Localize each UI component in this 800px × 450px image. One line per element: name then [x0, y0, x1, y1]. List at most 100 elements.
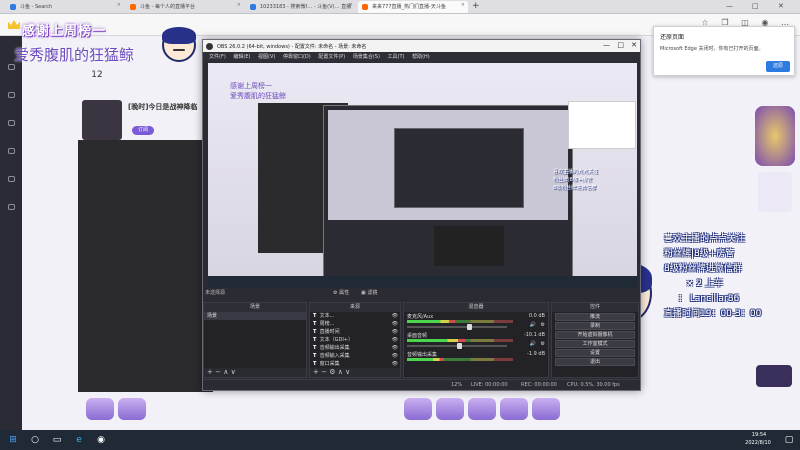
- notification-icon[interactable]: ▢: [782, 433, 796, 447]
- obs-statusbar: 12% LIVE: 00:00:00 REC: 00:00:00 CPU: 0.…: [203, 379, 640, 390]
- remove-icon[interactable]: −: [321, 368, 327, 376]
- menu-scene-collection[interactable]: 场景集合(S): [353, 54, 380, 60]
- gift-item[interactable]: [500, 398, 528, 420]
- gift-item[interactable]: [404, 398, 432, 420]
- task-view-icon[interactable]: ▭: [50, 433, 64, 447]
- close-button[interactable]: ✕: [778, 2, 784, 10]
- exit-button[interactable]: 退出: [555, 358, 635, 366]
- maximize-button[interactable]: □: [752, 2, 759, 10]
- start-icon[interactable]: ⊞: [6, 433, 20, 447]
- settings-button[interactable]: 设置: [555, 349, 635, 357]
- minimize-button[interactable]: —: [726, 2, 733, 10]
- move-up-icon[interactable]: ∧: [223, 368, 228, 376]
- sidebar-item[interactable]: [3, 64, 19, 78]
- close-button[interactable]: ✕: [631, 41, 637, 49]
- game-badge[interactable]: [756, 365, 792, 387]
- menu-docks[interactable]: 停靠窗口(D): [283, 54, 311, 60]
- remove-icon[interactable]: −: [215, 368, 221, 376]
- controls-panel: 控件 推流 录制 开始虚拟摄像机 工作室模式 设置 退出: [551, 302, 639, 378]
- obs-menubar: 文件(F) 编辑(E) 视图(V) 停靠窗口(D) 配置文件(P) 场景集合(S…: [203, 52, 640, 62]
- preview-overlay-text: 喜欢主播的点点关注 粉丝牌|8级+房管 8级粉丝牌进微信群: [553, 169, 599, 191]
- close-icon[interactable]: ×: [237, 2, 241, 8]
- mixer-header: 混音器: [404, 303, 548, 312]
- add-icon[interactable]: +: [313, 368, 319, 376]
- gear-icon[interactable]: ⚙: [329, 368, 335, 376]
- source-item[interactable]: T 窗口采集 👁: [310, 360, 400, 368]
- source-item[interactable]: T 文本... 👁: [310, 312, 400, 320]
- source-item[interactable]: T 音频输入采集 👁: [310, 352, 400, 360]
- gift-item[interactable]: [436, 398, 464, 420]
- controls-header: 控件: [552, 303, 638, 312]
- minimize-button[interactable]: —: [603, 41, 610, 49]
- side-promo[interactable]: [758, 172, 792, 212]
- gift-item[interactable]: [532, 398, 560, 420]
- volume-slider[interactable]: [407, 343, 507, 349]
- dropped-frames: 12%: [451, 382, 463, 388]
- live-player[interactable]: [78, 140, 213, 392]
- mixer-channel: 桌面音频 -10.1 dB 🔊 ⚙: [407, 332, 545, 349]
- source-item[interactable]: T 直播时间 👁: [310, 328, 400, 336]
- volume-slider[interactable]: [407, 324, 507, 330]
- start-streaming-button[interactable]: 推流: [555, 313, 635, 321]
- rec-time: REC: 00:00:00: [521, 382, 557, 388]
- search-icon[interactable]: ○: [28, 433, 42, 447]
- studio-mode-button[interactable]: 工作室模式: [555, 340, 635, 348]
- menu-profile[interactable]: 配置文件(P): [318, 54, 345, 60]
- restore-button[interactable]: 还原: [766, 61, 790, 72]
- source-item[interactable]: T 音频输出采集 👁: [310, 344, 400, 352]
- streamer-avatar[interactable]: [82, 100, 122, 140]
- move-down-icon[interactable]: ∨: [231, 368, 236, 376]
- close-icon[interactable]: ×: [349, 2, 353, 8]
- sidebar-item[interactable]: [3, 92, 19, 106]
- mixer-panel: 混音器 麦克风/Aux 0.0 dB 🔊 ⚙ 桌面音频 -10.1 dB 🔊 ⚙ 音频输…: [403, 302, 549, 378]
- scene-item[interactable]: 场景: [204, 312, 306, 320]
- follow-button[interactable]: 订阅: [132, 126, 154, 135]
- sidebar-item[interactable]: [3, 148, 19, 162]
- visibility-icon[interactable]: 👁: [392, 344, 398, 352]
- menu-edit[interactable]: 编辑(E): [233, 54, 250, 60]
- new-tab-button[interactable]: +: [472, 1, 480, 11]
- sidebar-item[interactable]: [3, 204, 19, 218]
- visibility-icon[interactable]: 👁: [392, 336, 398, 344]
- visibility-icon[interactable]: 👁: [392, 360, 398, 368]
- visibility-icon[interactable]: 👁: [392, 312, 398, 320]
- clock-time[interactable]: 19:54: [744, 432, 774, 438]
- edge-icon[interactable]: e: [72, 433, 86, 447]
- menu-file[interactable]: 文件(F): [209, 54, 226, 60]
- popup-body: Microsoft Edge 关闭时，你有已打开的页面。: [660, 46, 764, 52]
- move-down-icon[interactable]: ∨: [345, 368, 350, 376]
- add-icon[interactable]: +: [207, 368, 213, 376]
- source-item[interactable]: T 文本（GDI+） 👁: [310, 336, 400, 344]
- visibility-icon[interactable]: 👁: [392, 352, 398, 360]
- gift-item[interactable]: [118, 398, 146, 420]
- menu-view[interactable]: 视图(V): [258, 54, 275, 60]
- tab-properties[interactable]: ⚙ 属性: [333, 289, 349, 296]
- audio-source-icon: T: [313, 353, 317, 359]
- start-recording-button[interactable]: 录制: [555, 322, 635, 330]
- sidebar-item[interactable]: [3, 176, 19, 190]
- tab-search-results[interactable]: 10233183 - 搜索微f… - 斗鱼(V)… 直播 ×: [246, 1, 356, 13]
- gear-icon[interactable]: ⚙: [541, 322, 545, 328]
- maximize-button[interactable]: □: [617, 41, 624, 49]
- source-item[interactable]: T 周榜... 👁: [310, 320, 400, 328]
- tab-douyu-live[interactable]: 来来777直播_热门们直播-天斗鱼 ×: [358, 1, 468, 13]
- obs-preview[interactable]: 感谢上周榜一 爱秀腹肌的狂猛鲸 喜欢主播的点点关注 粉丝牌|8级+房管 8级粉丝…: [208, 63, 637, 288]
- close-icon[interactable]: ×: [461, 2, 465, 8]
- sidebar-item[interactable]: [3, 120, 19, 134]
- move-up-icon[interactable]: ∧: [338, 368, 343, 376]
- gear-icon[interactable]: ⚙: [541, 341, 545, 347]
- clock-date[interactable]: 2022/8/10: [738, 440, 778, 446]
- gift-item[interactable]: [86, 398, 114, 420]
- menu-tools[interactable]: 工具(T): [388, 54, 405, 60]
- speaker-icon[interactable]: 🔊: [530, 341, 536, 347]
- menu-help[interactable]: 帮助(H): [412, 54, 430, 60]
- obs-icon[interactable]: ◉: [94, 433, 108, 447]
- speaker-icon[interactable]: 🔊: [530, 322, 536, 328]
- overlay-text: 8级粉丝牌进微信群: [664, 264, 742, 274]
- visibility-icon[interactable]: 👁: [392, 320, 398, 328]
- visibility-icon[interactable]: 👁: [392, 328, 398, 336]
- overlay-text: × 2 上车: [686, 279, 723, 289]
- tab-filters[interactable]: ▣ 滤镜: [361, 289, 377, 296]
- virtual-camera-button[interactable]: 开始虚拟摄像机: [555, 331, 635, 339]
- gift-item[interactable]: [468, 398, 496, 420]
